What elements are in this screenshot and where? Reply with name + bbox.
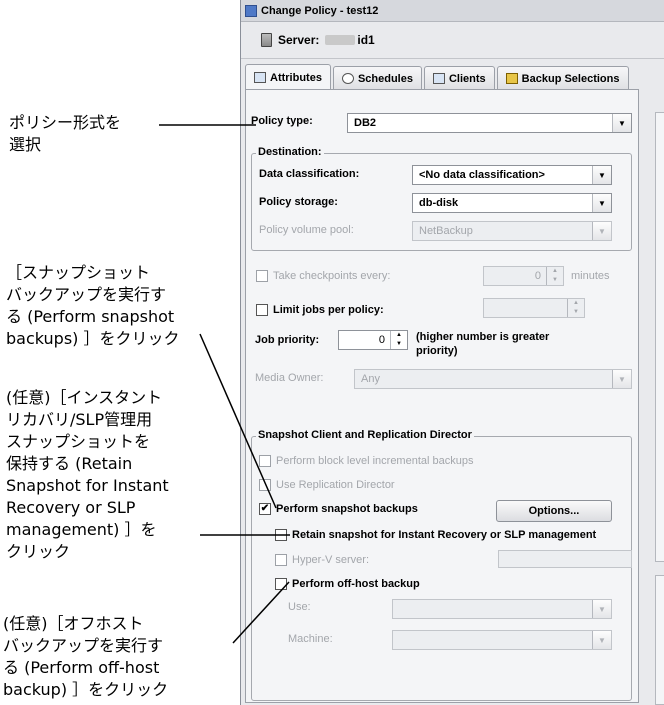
chevron-down-icon: ▼ bbox=[612, 114, 631, 132]
dialog-icon bbox=[245, 4, 257, 17]
take-checkpoints-label: Take checkpoints every: bbox=[273, 270, 391, 282]
use-replication-checkbox[interactable]: Use Replication Director bbox=[259, 479, 395, 491]
use-replication-label: Use Replication Director bbox=[276, 479, 395, 491]
block-level-label: Perform block level incremental backups bbox=[276, 455, 474, 467]
checkbox-box bbox=[256, 270, 268, 282]
server-label: Server: bbox=[278, 33, 320, 47]
data-classification-select[interactable]: <No data classification> ▼ bbox=[412, 165, 612, 185]
machine-select[interactable]: ▼ bbox=[392, 630, 612, 650]
offhost-checkbox[interactable]: Perform off-host backup bbox=[275, 578, 420, 590]
policy-volume-pool-value: NetBackup bbox=[419, 225, 473, 237]
data-classification-label: Data classification: bbox=[259, 168, 360, 180]
policy-type-label: Policy type: bbox=[251, 115, 313, 127]
destination-title: Destination: bbox=[256, 146, 324, 158]
checkbox-box bbox=[259, 479, 271, 491]
schedules-icon bbox=[341, 73, 354, 84]
checkbox-box bbox=[275, 578, 287, 590]
chevron-down-icon: ▼ bbox=[592, 194, 611, 212]
checkbox-box bbox=[256, 304, 268, 316]
attributes-icon bbox=[254, 72, 266, 83]
hyperv-label: Hyper-V server: bbox=[292, 554, 370, 566]
perform-snapshot-checkbox[interactable]: ✔ Perform snapshot backups bbox=[259, 503, 418, 515]
media-owner-value: Any bbox=[361, 373, 380, 385]
tab-strip: Attributes Schedules Clients Backup Sele… bbox=[245, 64, 629, 90]
media-owner-label: Media Owner: bbox=[255, 372, 324, 384]
right-panel-upper bbox=[655, 112, 664, 562]
tab-label: Backup Selections bbox=[521, 72, 620, 85]
callout-retain: (任意)［インスタント リカバリ/SLP管理用 スナップショットを 保持する (… bbox=[6, 388, 169, 561]
retain-snapshot-checkbox[interactable]: Retain snapshot for Instant Recovery or … bbox=[275, 529, 596, 541]
tab-label: Attributes bbox=[270, 71, 322, 84]
spinner-arrows-icon: ▲ ▼ bbox=[567, 299, 584, 317]
chevron-down-icon: ▼ bbox=[592, 600, 611, 618]
retain-snapshot-label: Retain snapshot for Instant Recovery or … bbox=[292, 529, 597, 541]
limit-jobs-label: Limit jobs per policy: bbox=[273, 304, 384, 316]
job-priority-label: Job priority: bbox=[255, 334, 320, 346]
tab-schedules[interactable]: Schedules bbox=[332, 66, 422, 90]
spinner-arrows-icon: ▲ ▼ bbox=[546, 267, 563, 285]
change-policy-dialog: Change Policy - test12 Server: id1 Attri… bbox=[240, 0, 664, 705]
policy-volume-pool-label: Policy volume pool: bbox=[259, 224, 354, 236]
data-classification-value: <No data classification> bbox=[419, 169, 545, 181]
machine-label: Machine: bbox=[288, 633, 333, 645]
right-panel-lower bbox=[655, 575, 664, 705]
checkpoint-minutes-value: 0 bbox=[534, 270, 541, 282]
options-button[interactable]: Options... bbox=[496, 500, 612, 522]
offhost-label: Perform off-host backup bbox=[292, 578, 420, 590]
media-owner-select[interactable]: Any ▼ bbox=[354, 369, 632, 389]
callout-offhost: (任意)［オフホスト バックアップを実行す る (Perform off-hos… bbox=[3, 614, 169, 699]
job-priority-value: 0 bbox=[378, 334, 385, 346]
perform-snapshot-label: Perform snapshot backups bbox=[276, 503, 418, 515]
minutes-label: minutes bbox=[571, 270, 610, 282]
policy-type-value: DB2 bbox=[354, 117, 377, 129]
title-bar: Change Policy - test12 bbox=[241, 0, 664, 22]
tab-label: Clients bbox=[448, 72, 486, 85]
tab-attributes[interactable]: Attributes bbox=[245, 64, 331, 90]
tab-backup-selections[interactable]: Backup Selections bbox=[496, 66, 629, 90]
clients-icon bbox=[432, 73, 445, 84]
checkbox-box bbox=[275, 529, 287, 541]
server-row: Server: id1 bbox=[261, 33, 375, 47]
snapshot-group bbox=[251, 436, 632, 701]
block-level-checkbox[interactable]: Perform block level incremental backups bbox=[259, 455, 473, 467]
policy-storage-value: db-disk bbox=[419, 197, 459, 209]
callout-policy-type: ポリシー形式を 選択 bbox=[9, 113, 122, 154]
chevron-down-icon: ▼ bbox=[592, 631, 611, 649]
checkbox-box bbox=[259, 455, 271, 467]
separator bbox=[241, 58, 664, 59]
chevron-down-icon: ▼ bbox=[592, 222, 611, 240]
job-priority-spinner[interactable]: 0 ▲ ▼ bbox=[338, 330, 408, 350]
policy-storage-select[interactable]: db-disk ▼ bbox=[412, 193, 612, 213]
spinner-arrows-icon: ▲ ▼ bbox=[390, 331, 407, 349]
job-priority-hint: (higher number is greater priority) bbox=[416, 331, 550, 357]
hyperv-checkbox[interactable]: Hyper-V server: bbox=[275, 554, 369, 566]
hyperv-server-field[interactable] bbox=[498, 550, 632, 568]
use-select[interactable]: ▼ bbox=[392, 599, 612, 619]
callout-perform-snapshot: ［スナップショット バックアップを実行す る (Perform snapshot… bbox=[6, 263, 180, 348]
server-icon bbox=[261, 33, 272, 47]
snapshot-group-title: Snapshot Client and Replication Director bbox=[256, 429, 474, 441]
chevron-down-icon: ▼ bbox=[592, 166, 611, 184]
use-label: Use: bbox=[288, 601, 311, 613]
server-value: id1 bbox=[357, 33, 375, 47]
tab-clients[interactable]: Clients bbox=[423, 66, 495, 90]
policy-volume-pool-select[interactable]: NetBackup ▼ bbox=[412, 221, 612, 241]
dialog-title: Change Policy - test12 bbox=[261, 4, 379, 17]
tab-label: Schedules bbox=[357, 72, 413, 85]
attributes-panel: Policy type: DB2 ▼ Destination: Data cla… bbox=[245, 89, 639, 703]
redacted-name bbox=[325, 35, 356, 45]
take-checkpoints-checkbox[interactable]: Take checkpoints every: bbox=[256, 270, 390, 282]
checkbox-box bbox=[275, 554, 287, 566]
limit-jobs-spinner[interactable]: ▲ ▼ bbox=[483, 298, 585, 318]
chevron-down-icon: ▼ bbox=[612, 370, 631, 388]
checkpoint-minutes-spinner[interactable]: 0 ▲ ▼ bbox=[483, 266, 564, 286]
policy-storage-label: Policy storage: bbox=[259, 196, 338, 208]
server-name: id1 bbox=[325, 33, 375, 47]
checkmark-icon: ✔ bbox=[259, 503, 271, 515]
backup-selections-icon bbox=[505, 73, 518, 84]
limit-jobs-checkbox[interactable]: Limit jobs per policy: bbox=[256, 304, 384, 316]
policy-type-select[interactable]: DB2 ▼ bbox=[347, 113, 632, 133]
